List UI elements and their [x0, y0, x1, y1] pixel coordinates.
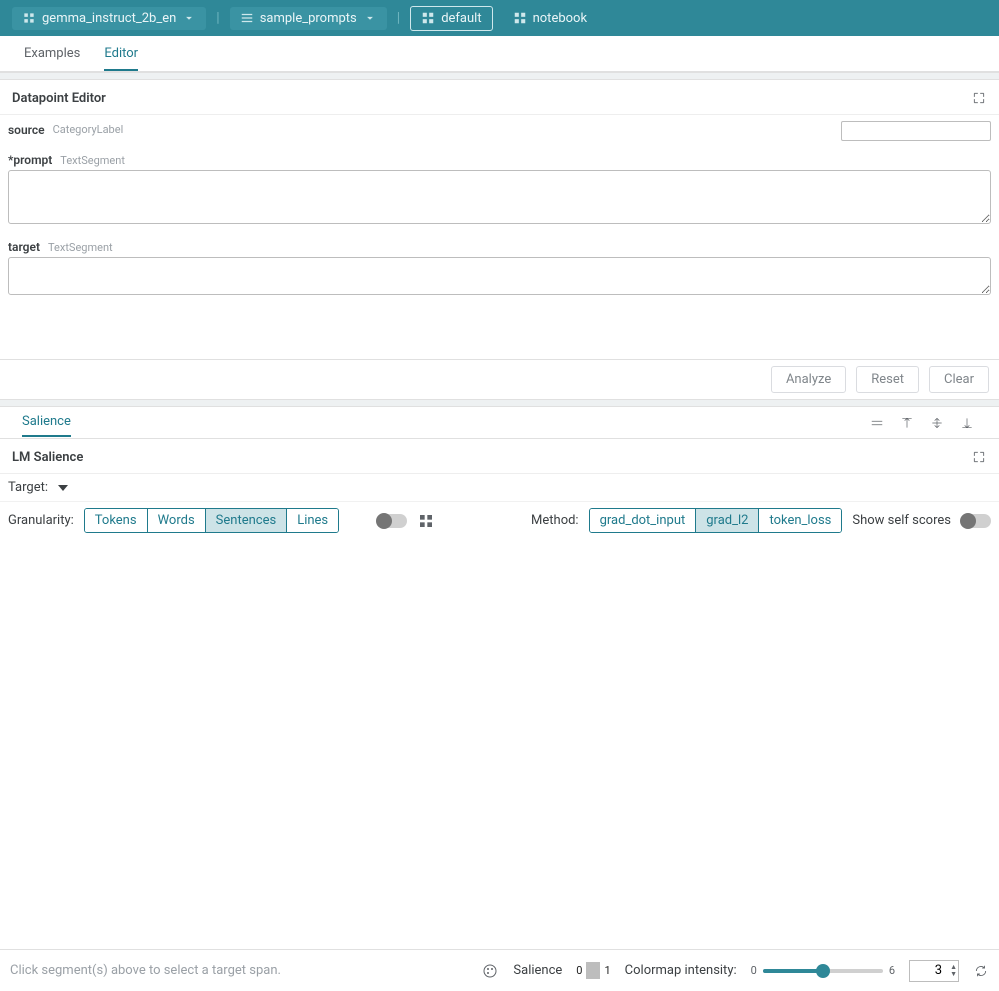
method-group: grad_dot_input grad_l2 token_loss	[589, 508, 843, 533]
density-toggle[interactable]	[377, 514, 407, 528]
align-bottom-icon[interactable]	[959, 415, 975, 431]
stepper-icon[interactable]: ▲▼	[950, 960, 957, 982]
granularity-group: Tokens Words Sentences Lines	[84, 508, 339, 533]
field-source: source CategoryLabel	[8, 121, 991, 141]
field-type-source: CategoryLabel	[53, 123, 124, 136]
lm-salience-title: LM Salience	[12, 450, 83, 465]
separator: |	[397, 10, 400, 26]
field-prompt: *prompt TextSegment	[8, 153, 991, 228]
granularity-lines[interactable]: Lines	[287, 509, 338, 532]
density-icon[interactable]	[349, 512, 367, 530]
target-textarea[interactable]	[8, 257, 991, 295]
field-target: target TextSegment	[8, 240, 991, 299]
granularity-tokens[interactable]: Tokens	[85, 509, 148, 532]
align-top-icon[interactable]	[899, 415, 915, 431]
slider-max: 6	[889, 964, 895, 977]
editor-actions: Analyze Reset Clear	[0, 359, 999, 399]
tab-examples[interactable]: Examples	[24, 38, 80, 69]
field-label-source: source	[8, 123, 45, 137]
divider	[0, 72, 999, 80]
layout-default-button[interactable]: default	[410, 6, 492, 31]
grid-icon	[513, 11, 527, 25]
fullscreen-icon[interactable]	[971, 90, 987, 106]
editor-body: source CategoryLabel *prompt TextSegment…	[0, 115, 999, 299]
tab-salience[interactable]: Salience	[22, 408, 71, 437]
method-grad-dot-input[interactable]: grad_dot_input	[590, 509, 697, 532]
fullscreen-icon[interactable]	[971, 449, 987, 465]
drag-handle-icon[interactable]	[869, 415, 885, 431]
colormap-slider[interactable]: 0 6	[751, 964, 895, 977]
top-bar: gemma_instruct_2b_en | sample_prompts | …	[0, 0, 999, 36]
reset-button[interactable]: Reset	[856, 366, 919, 393]
colormap-label: Colormap intensity:	[625, 963, 737, 978]
colormap-value-input-wrap: ▲▼	[909, 960, 959, 982]
salience-window-controls	[869, 415, 975, 431]
model-name: gemma_instruct_2b_en	[42, 11, 176, 26]
method-label: Method:	[531, 513, 579, 528]
list-icon	[240, 11, 254, 25]
salience-controls: Granularity: Tokens Words Sentences Line…	[0, 501, 999, 539]
self-scores-label: Show self scores	[852, 513, 951, 528]
target-selector[interactable]: Target:	[0, 474, 999, 501]
method-grad-l2[interactable]: grad_l2	[696, 509, 759, 532]
field-label-prompt: *prompt	[8, 153, 52, 167]
field-type-prompt: TextSegment	[60, 154, 125, 167]
divider	[0, 399, 999, 407]
granularity-label: Granularity:	[8, 513, 74, 528]
method-token-loss[interactable]: token_loss	[759, 509, 841, 532]
chevron-down-icon	[182, 11, 196, 25]
slider-min: 0	[751, 964, 757, 977]
main-tabs: Examples Editor	[0, 36, 999, 72]
dataset-name: sample_prompts	[260, 11, 357, 26]
salience-canvas	[0, 539, 999, 899]
granularity-words[interactable]: Words	[148, 509, 206, 532]
chevron-down-icon	[363, 11, 377, 25]
grid-view-icon[interactable]	[417, 512, 435, 530]
lm-salience-header: LM Salience	[0, 439, 999, 474]
target-label: Target:	[8, 480, 48, 495]
dataset-selector[interactable]: sample_prompts	[230, 7, 387, 30]
footer-hint: Click segment(s) above to select a targe…	[10, 963, 281, 978]
salience-footer: Click segment(s) above to select a targe…	[0, 949, 999, 991]
analyze-button[interactable]: Analyze	[771, 366, 846, 393]
layout-default-label: default	[441, 11, 481, 26]
colormap-swatches: 0 1	[576, 963, 610, 978]
palette-icon[interactable]	[481, 962, 499, 980]
scale-max: 1	[604, 964, 610, 977]
chip-icon	[22, 11, 36, 25]
panel-title: Datapoint Editor	[12, 91, 106, 106]
field-label-target: target	[8, 240, 40, 254]
chevron-down-icon	[58, 485, 68, 491]
salience-scale-label: Salience	[513, 963, 562, 978]
scale-min: 0	[576, 964, 582, 977]
align-middle-icon[interactable]	[929, 415, 945, 431]
datapoint-editor-header: Datapoint Editor	[0, 80, 999, 115]
separator: |	[216, 10, 219, 26]
clear-button[interactable]: Clear	[929, 366, 989, 393]
layout-notebook-button[interactable]: notebook	[503, 7, 597, 30]
layout-notebook-label: notebook	[533, 11, 587, 26]
refresh-icon[interactable]	[973, 963, 989, 979]
field-type-target: TextSegment	[48, 241, 113, 254]
colormap-swatch	[598, 962, 600, 979]
grid-icon	[421, 11, 435, 25]
prompt-textarea[interactable]	[8, 170, 991, 224]
self-scores-toggle[interactable]	[961, 514, 991, 528]
tab-editor[interactable]: Editor	[104, 38, 138, 71]
granularity-sentences[interactable]: Sentences	[206, 509, 288, 532]
model-selector[interactable]: gemma_instruct_2b_en	[12, 7, 206, 30]
salience-tabs: Salience	[0, 407, 999, 439]
source-input[interactable]	[841, 121, 991, 141]
